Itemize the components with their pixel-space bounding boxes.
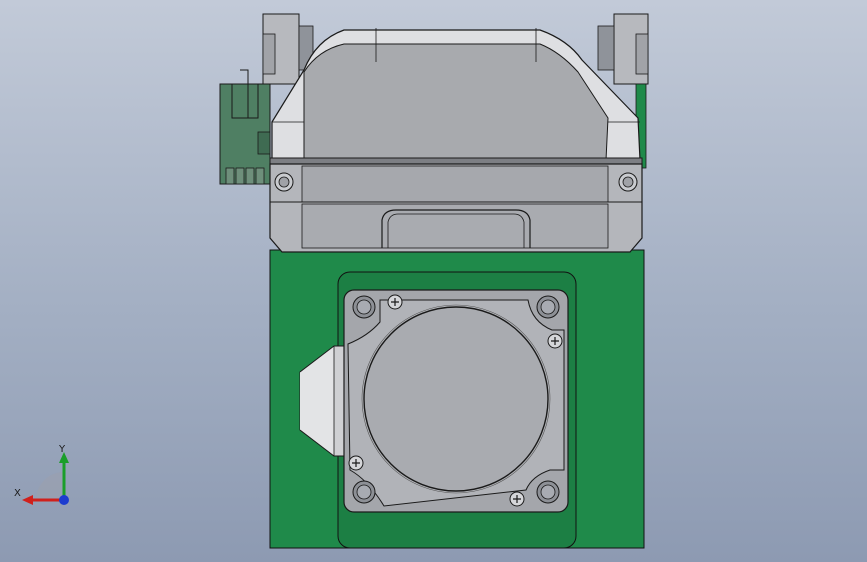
connector-header[interactable] [219, 69, 271, 185]
triad-plane [36, 472, 64, 500]
graphics-viewport[interactable]: Y X [0, 0, 867, 562]
x-axis-arrow [22, 495, 33, 505]
motor-housing[interactable] [269, 28, 643, 253]
flange-screw [387, 294, 403, 310]
stepper-flange[interactable] [343, 289, 569, 513]
reference-triad: Y X [10, 438, 80, 510]
flange-screw [348, 455, 364, 471]
flange-screw [509, 491, 525, 507]
flange-screw [547, 333, 563, 349]
x-axis-label: X [14, 488, 21, 499]
z-axis-dot [59, 495, 69, 505]
cad-model[interactable] [0, 0, 867, 562]
y-axis-label: Y [58, 444, 66, 455]
